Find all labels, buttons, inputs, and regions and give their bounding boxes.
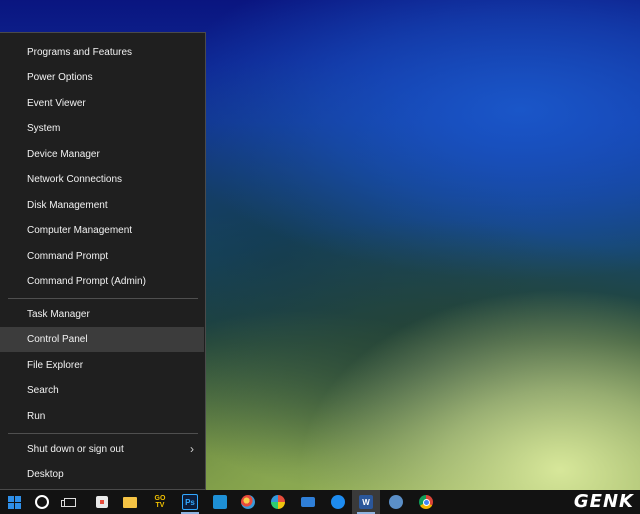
gotv-icon[interactable]: GO TV (146, 490, 174, 514)
genk-watermark-logo: GENK (573, 491, 634, 512)
word-icon[interactable]: W (352, 490, 380, 514)
pinwheel-icon[interactable] (264, 490, 292, 514)
chevron-right-icon: › (190, 442, 194, 456)
menu-item-event-viewer[interactable]: Event Viewer (0, 91, 204, 116)
menu-item-device-manager[interactable]: Device Manager (0, 142, 204, 167)
start-icon[interactable] (0, 490, 28, 514)
menu-item-search[interactable]: Search (0, 378, 204, 403)
mail-icon[interactable] (294, 490, 322, 514)
store-icon[interactable] (88, 490, 116, 514)
menu-item-programs-and-features[interactable]: Programs and Features (0, 40, 204, 65)
photoshop-icon[interactable]: Ps (176, 490, 204, 514)
chrome-icon[interactable] (412, 490, 440, 514)
menu-separator (8, 298, 198, 299)
menu-item-label: Shut down or sign out (27, 444, 124, 455)
menu-item-shut-down[interactable]: Shut down or sign out › (0, 437, 204, 462)
menu-item-task-manager[interactable]: Task Manager (0, 302, 204, 327)
cortana-icon[interactable] (28, 490, 56, 514)
menu-item-system[interactable]: System (0, 116, 204, 141)
menu-item-control-panel[interactable]: Control Panel (0, 327, 204, 352)
menu-item-file-explorer[interactable]: File Explorer (0, 353, 204, 378)
menu-item-disk-management[interactable]: Disk Management (0, 193, 204, 218)
file-explorer-icon[interactable] (116, 490, 144, 514)
menu-item-run[interactable]: Run (0, 404, 204, 429)
menu-item-desktop[interactable]: Desktop (0, 462, 204, 487)
power-user-menu: Programs and Features Power Options Even… (0, 32, 206, 490)
menu-item-network-connections[interactable]: Network Connections (0, 167, 204, 192)
menu-item-computer-management[interactable]: Computer Management (0, 218, 204, 243)
paint-icon[interactable] (234, 490, 262, 514)
menu-item-command-prompt-admin[interactable]: Command Prompt (Admin) (0, 269, 204, 294)
photos-icon[interactable] (206, 490, 234, 514)
task-view-icon[interactable] (56, 490, 84, 514)
menu-item-command-prompt[interactable]: Command Prompt (0, 244, 204, 269)
taskbar: GO TV Ps W GENK (0, 490, 640, 514)
messenger-icon[interactable] (324, 490, 352, 514)
menu-separator (8, 433, 198, 434)
menu-item-power-options[interactable]: Power Options (0, 65, 204, 90)
network-app-icon[interactable] (382, 490, 410, 514)
